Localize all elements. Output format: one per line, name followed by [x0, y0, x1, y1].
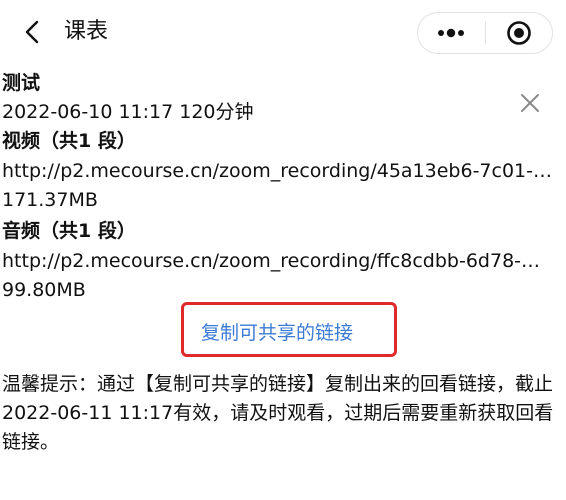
- close-button[interactable]: [518, 91, 542, 115]
- audio-size: 99.80MB: [2, 279, 86, 301]
- page-title: 课表: [64, 19, 109, 44]
- nav-bar: 课表: [0, 0, 566, 66]
- more-dots-icon: [438, 28, 465, 38]
- video-link[interactable]: http://p2.mecourse.cn/zoom_recording/45a…: [2, 158, 564, 184]
- audio-link[interactable]: http://p2.mecourse.cn/zoom_recording/ffc…: [2, 248, 564, 274]
- back-button[interactable]: [20, 20, 44, 44]
- chevron-left-icon: [25, 20, 39, 44]
- recording-meta: 2022-06-10 11:17 120分钟: [2, 101, 254, 123]
- exit-button[interactable]: [486, 13, 553, 53]
- recording-title: 测试: [2, 72, 41, 94]
- audio-heading: 音频（共1 段）: [2, 220, 136, 242]
- copy-share-link-button[interactable]: 复制可共享的链接: [201, 320, 353, 346]
- tip-text: 温馨提示：通过【复制可共享的链接】复制出来的回看链接，截止2022-06-11 …: [2, 373, 554, 453]
- video-heading: 视频（共1 段）: [2, 130, 136, 152]
- target-icon: [506, 21, 531, 45]
- more-button[interactable]: [418, 13, 485, 53]
- mini-program-capsule: [417, 12, 553, 54]
- close-icon: [521, 94, 539, 112]
- video-size: 171.37MB: [2, 189, 98, 211]
